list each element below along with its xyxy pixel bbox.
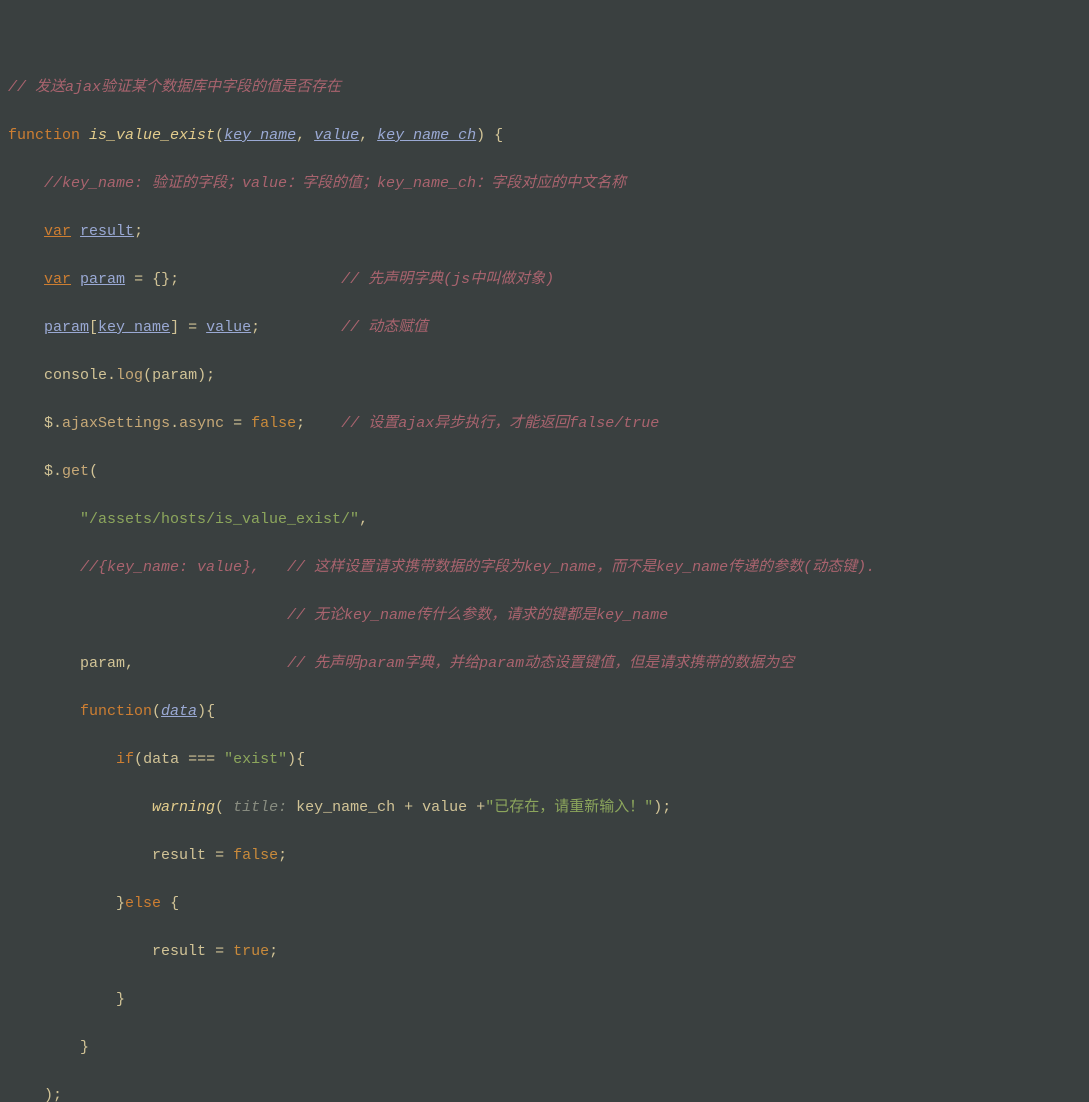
code-line: warning( title: key_name_ch + value +"已存… — [0, 796, 1089, 820]
variable: result — [152, 943, 206, 960]
comment: // 先声明param字典，并给param动态设置键值，但是请求携带的数据为空 — [287, 655, 794, 672]
comment: // 无论key_name传什么参数，请求的键都是key_name — [287, 607, 668, 624]
parameter: data — [161, 703, 197, 720]
code-line: var param = {}; // 先声明字典(js中叫做对象) — [0, 268, 1089, 292]
variable: key_name — [98, 319, 170, 336]
function-name: is_value_exist — [89, 127, 215, 144]
code-line: $.get( — [0, 460, 1089, 484]
code-line: result = true; — [0, 940, 1089, 964]
function-call: warning — [152, 799, 215, 816]
code-line: var result; — [0, 220, 1089, 244]
keyword: var — [44, 271, 71, 288]
code-line: console.log(param); — [0, 364, 1089, 388]
variable: param — [80, 655, 125, 672]
keyword: var — [44, 223, 71, 240]
parameter: value — [314, 127, 359, 144]
code-line: // 无论key_name传什么参数，请求的键都是key_name — [0, 604, 1089, 628]
code-line: } — [0, 988, 1089, 1012]
property: async — [179, 415, 224, 432]
code-line: $.ajaxSettings.async = false; // 设置ajax异… — [0, 412, 1089, 436]
string: "/assets/hosts/is_value_exist/" — [80, 511, 359, 528]
variable: value — [206, 319, 251, 336]
code-line: //key_name: 验证的字段；value：字段的值；key_name_ch… — [0, 172, 1089, 196]
variable: data — [143, 751, 179, 768]
code-line: param, // 先声明param字典，并给param动态设置键值，但是请求携… — [0, 652, 1089, 676]
boolean: false — [233, 847, 278, 864]
method: get — [62, 463, 89, 480]
comment: // 设置ajax异步执行，才能返回false/true — [341, 415, 659, 432]
parameter: key_name_ch — [377, 127, 476, 144]
variable: value — [422, 799, 467, 816]
code-line: param[key_name] = value; // 动态赋值 — [0, 316, 1089, 340]
comment: //{key_name: value}, // 这样设置请求携带数据的字段为ke… — [80, 559, 875, 576]
variable: key_name_ch — [296, 799, 395, 816]
variable: param — [44, 319, 89, 336]
comment: // 动态赋值 — [341, 319, 428, 336]
string: "已存在，请重新输入！" — [485, 799, 653, 816]
code-line: function(data){ — [0, 700, 1089, 724]
inlay-hint: title: — [233, 799, 287, 816]
property: ajaxSettings — [62, 415, 170, 432]
comment: //key_name: 验证的字段；value：字段的值；key_name_ch… — [44, 175, 626, 192]
string: "exist" — [224, 751, 287, 768]
code-line: }else { — [0, 892, 1089, 916]
code-line: ); — [0, 1084, 1089, 1102]
variable: result — [152, 847, 206, 864]
code-line: result = false; — [0, 844, 1089, 868]
variable: param — [80, 271, 125, 288]
comment: // 先声明字典(js中叫做对象) — [341, 271, 554, 288]
method: log — [116, 367, 143, 384]
parameter: key_name — [224, 127, 296, 144]
code-line: //{key_name: value}, // 这样设置请求携带数据的字段为ke… — [0, 556, 1089, 580]
code-line: function is_value_exist(key_name, value,… — [0, 124, 1089, 148]
identifier: $ — [44, 463, 53, 480]
variable: result — [80, 223, 134, 240]
variable: param — [152, 367, 197, 384]
code-line: if(data === "exist"){ — [0, 748, 1089, 772]
keyword: function — [8, 127, 80, 144]
keyword: if — [116, 751, 134, 768]
boolean: false — [251, 415, 296, 432]
keyword: else — [125, 895, 161, 912]
code-line: } — [0, 1036, 1089, 1060]
keyword: function — [80, 703, 152, 720]
boolean: true — [233, 943, 269, 960]
identifier: $ — [44, 415, 53, 432]
code-line: "/assets/hosts/is_value_exist/", — [0, 508, 1089, 532]
comment: // 发送ajax验证某个数据库中字段的值是否存在 — [8, 79, 341, 96]
code-line: // 发送ajax验证某个数据库中字段的值是否存在 — [0, 76, 1089, 100]
identifier: console — [44, 367, 107, 384]
